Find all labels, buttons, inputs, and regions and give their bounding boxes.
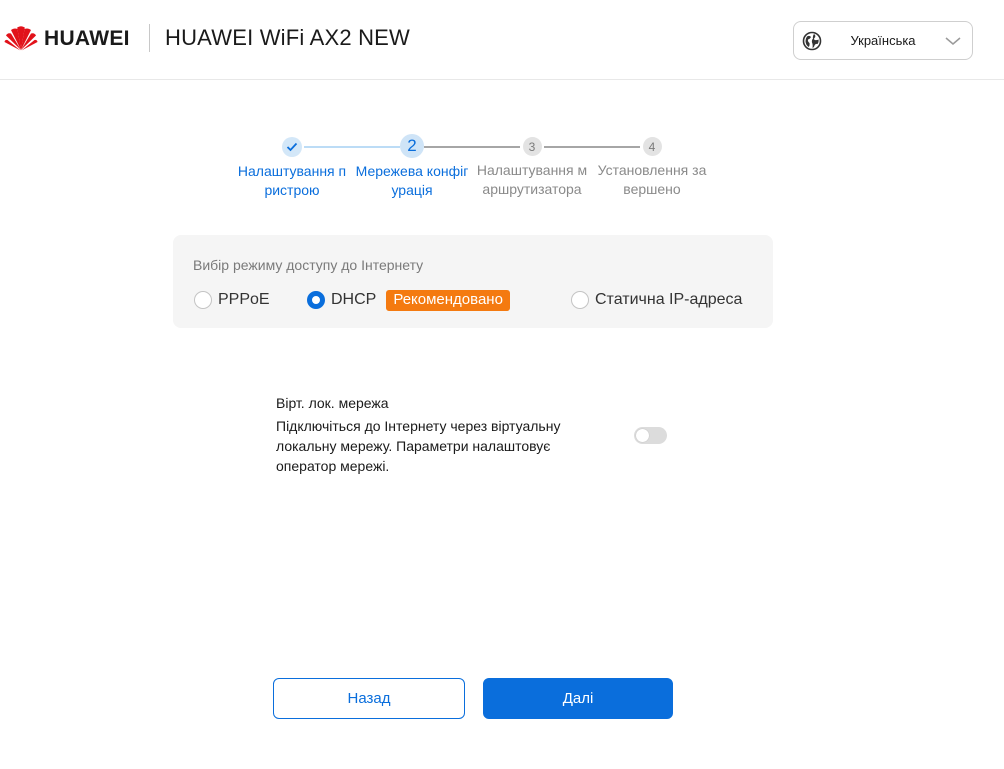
vlan-toggle-knob	[636, 429, 649, 442]
header-divider	[149, 24, 150, 52]
radio-dhcp[interactable]	[307, 291, 325, 309]
step-finished: 4 Установлення завершено	[592, 130, 712, 199]
radio-option-dhcp[interactable]: DHCP Рекомендовано	[307, 289, 510, 311]
radio-label-pppoe: PPPoE	[218, 291, 270, 308]
access-mode-title: Вибір режиму доступу до Інтернету	[193, 257, 424, 273]
product-name: HUAWEI WiFi AX2 NEW	[165, 25, 410, 50]
radio-label-static-ip: Статична IP-адреса	[595, 291, 743, 308]
step-number-3: 3	[522, 137, 542, 156]
step-router-setup: 3 Налаштування маршрутизатора	[472, 130, 592, 199]
vlan-section: Вірт. лок. мережа Підключіться до Інтерн…	[276, 394, 676, 474]
setup-stepper: Налаштування пристрою 2 Мережева конфігу…	[232, 130, 712, 210]
language-select[interactable]: Українська	[793, 21, 973, 60]
step-device-setup: Налаштування пристрою	[232, 130, 352, 200]
access-mode-card: Вибір режиму доступу до Інтернету PPPoE …	[173, 235, 773, 328]
radio-option-pppoe[interactable]: PPPoE	[194, 289, 270, 311]
next-button[interactable]: Далі	[483, 678, 673, 719]
check-icon	[286, 142, 298, 152]
radio-option-static-ip[interactable]: Статична IP-адреса	[571, 289, 742, 311]
step-check-icon	[282, 137, 302, 157]
recommended-badge: Рекомендовано	[386, 289, 510, 311]
back-button[interactable]: Назад	[273, 678, 465, 719]
vlan-toggle[interactable]	[634, 427, 667, 444]
radio-label-dhcp: DHCP	[331, 291, 377, 308]
vlan-description: Підключіться до Інтернету через віртуаль…	[276, 418, 561, 474]
step-label-2: Мережева конфігурація	[355, 163, 469, 198]
step-number-4: 4	[642, 137, 662, 156]
radio-static-ip[interactable]	[571, 291, 589, 309]
step-label-1: Налаштування пристрою	[237, 163, 347, 198]
chevron-down-icon	[945, 37, 961, 45]
step-label-4: Установлення завершено	[597, 162, 707, 197]
step-network-config: 2 Мережева конфігурація	[352, 127, 472, 200]
header: HUAWEI HUAWEI WiFi AX2 NEW Українська	[0, 0, 1004, 80]
step-label-3: Налаштування маршрутизатора	[476, 162, 588, 197]
huawei-flower-logo	[4, 26, 38, 51]
step-number-2: 2	[400, 134, 424, 158]
brand-name: HUAWEI	[44, 27, 130, 50]
vlan-title: Вірт. лок. мережа	[276, 395, 389, 411]
radio-pppoe[interactable]	[194, 291, 212, 309]
